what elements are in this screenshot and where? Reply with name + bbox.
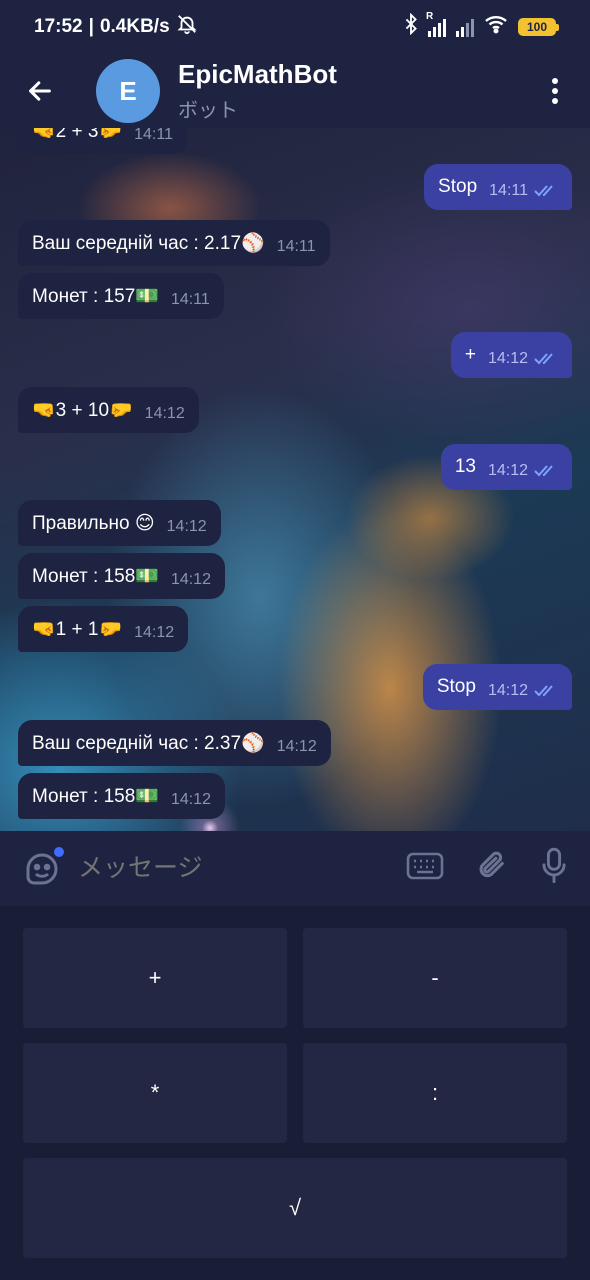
message-bubble[interactable]: Stop 14:11 — [424, 164, 572, 210]
message-bubble[interactable]: 🤜3 + 10🤛 14:12 — [18, 387, 199, 433]
message-text: 13 — [454, 456, 476, 477]
message-text: Монет : 158💵 — [32, 786, 159, 807]
message-time: 14:11 — [489, 182, 528, 199]
chat-subtitle: ボット — [178, 100, 238, 122]
keyboard-toggle-button[interactable] — [406, 852, 444, 885]
message-composer — [0, 831, 590, 906]
message-bubble[interactable]: + 14:12 — [450, 332, 572, 378]
message-bubble[interactable]: Монет : 158💵 14:12 — [18, 773, 225, 819]
notification-dot — [52, 844, 66, 859]
key-minus-button[interactable]: - — [303, 928, 567, 1028]
message-input[interactable] — [78, 854, 358, 883]
attach-button[interactable] — [476, 848, 508, 889]
key-label: * — [150, 1080, 160, 1105]
message-text: Монет : 157💵 — [32, 286, 159, 307]
more-menu-button[interactable] — [520, 54, 590, 128]
key-label: : — [431, 1080, 439, 1105]
battery-icon: 100 — [518, 18, 559, 36]
status-time: 17:52 — [34, 16, 83, 37]
chat-title-block[interactable]: EpicMathBot ボット — [178, 59, 337, 123]
message-time: 14:12 — [166, 518, 207, 535]
message-text: 🤜3 + 10🤛 — [32, 400, 133, 421]
message-text: Stop — [438, 176, 478, 197]
microphone-icon — [542, 847, 566, 884]
message-bubble[interactable]: Ваш середній час : 2.37⚾ 14:12 — [18, 720, 331, 766]
wifi-icon — [484, 14, 508, 40]
chat-title: EpicMathBot — [178, 59, 337, 89]
message-text: Ваш середній час : 2.17⚾ — [32, 233, 265, 254]
chat-history[interactable]: 🤜2 + 3🤛 14:11 Stop 14:11 Ваш середній ча… — [0, 128, 590, 831]
avatar[interactable]: E — [96, 59, 160, 123]
message-bubble[interactable]: 🤜2 + 3🤛 14:11 — [18, 128, 187, 154]
key-divide-button[interactable]: : — [303, 1043, 567, 1143]
read-check-icon — [534, 184, 558, 198]
bot-keyboard: + - * : √ — [0, 906, 590, 1280]
voice-record-button[interactable] — [540, 847, 568, 890]
chat-header: E EpicMathBot ボット — [0, 54, 590, 128]
status-bar: 17:52 | 0.4KB/s R 100 — [0, 0, 590, 54]
message-bubble[interactable]: Монет : 157💵 14:11 — [18, 273, 224, 319]
key-sqrt-button[interactable]: √ — [23, 1158, 567, 1258]
paperclip-icon — [479, 851, 504, 878]
message-text: Ваш середній час : 2.37⚾ — [32, 733, 265, 754]
arrow-left-icon — [29, 81, 51, 101]
message-time: 14:11 — [276, 238, 316, 255]
message-text: Правильно 😊 — [32, 512, 155, 534]
message-time: 14:12 — [487, 682, 528, 699]
message-bubble[interactable]: 🤜1 + 1🤛 14:12 — [18, 606, 189, 652]
key-multiply-button[interactable]: * — [23, 1043, 287, 1143]
network-speed: 0.4KB/s — [99, 16, 170, 37]
key-label: + — [148, 965, 162, 990]
message-time: 14:11 — [134, 128, 173, 143]
message-bubble[interactable]: Ваш середній час : 2.17⚾ 14:11 — [18, 220, 330, 266]
read-check-icon — [534, 684, 558, 698]
read-check-icon — [534, 352, 558, 366]
message-time: 14:12 — [144, 405, 185, 422]
key-plus-button[interactable]: + — [23, 928, 287, 1028]
message-text: Stop — [436, 676, 476, 697]
sticker-button[interactable] — [22, 844, 66, 889]
muted-bell-icon — [176, 13, 198, 41]
message-bubble[interactable]: 13 14:12 — [440, 444, 572, 490]
message-text: 🤜1 + 1🤛 — [32, 619, 123, 640]
signal-icon: R — [426, 11, 446, 37]
message-bubble[interactable]: Монет : 158💵 14:12 — [18, 553, 225, 599]
message-time: 14:12 — [170, 571, 211, 588]
message-time: 14:12 — [134, 624, 175, 641]
message-text: + — [464, 344, 476, 365]
message-text: 🤜2 + 3🤛 — [32, 128, 123, 142]
message-bubble[interactable]: Stop 14:12 — [422, 664, 572, 710]
message-time: 14:11 — [170, 291, 210, 308]
back-button[interactable] — [0, 54, 80, 128]
message-time: 14:12 — [487, 350, 528, 367]
more-vertical-icon — [552, 78, 558, 104]
message-bubble[interactable]: Правильно 😊 14:12 — [18, 500, 221, 546]
message-time: 14:12 — [487, 462, 528, 479]
read-check-icon — [534, 464, 558, 478]
bluetooth-icon — [404, 12, 418, 41]
keyboard-icon — [406, 852, 444, 880]
key-label: - — [431, 965, 439, 990]
message-text: Монет : 158💵 — [32, 566, 159, 587]
message-time: 14:12 — [276, 738, 317, 755]
signal-icon-2 — [456, 17, 474, 37]
key-label: √ — [288, 1195, 302, 1220]
message-time: 14:12 — [170, 791, 211, 808]
